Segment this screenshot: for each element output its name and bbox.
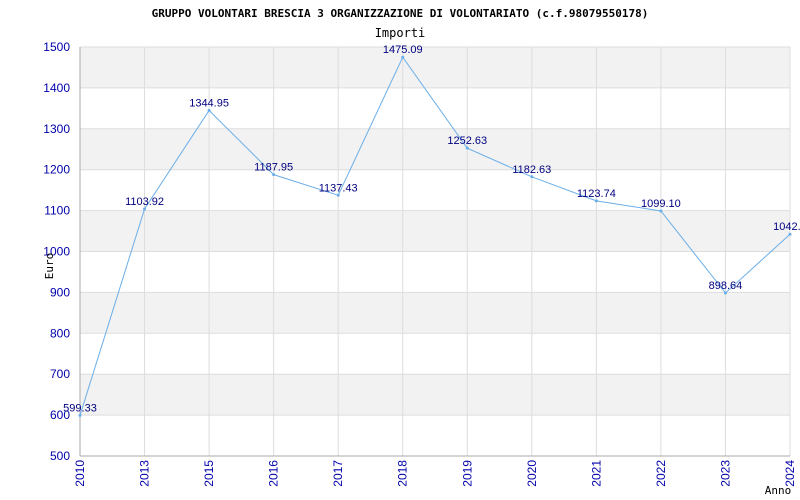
band (80, 47, 790, 88)
band (80, 128, 790, 170)
y-tick-label: 700 (50, 367, 70, 381)
data-label: 599.33 (63, 402, 97, 414)
y-axis-label: Euro (43, 253, 56, 280)
data-label: 1344.95 (189, 97, 229, 109)
y-tick-label: 1300 (43, 122, 70, 136)
chart-title: GRUPPO VOLONTARI BRESCIA 3 ORGANIZZAZION… (152, 7, 649, 20)
band (80, 292, 790, 334)
x-tick-label: 2022 (654, 460, 668, 487)
x-tick-label: 2015 (202, 460, 216, 487)
x-tick-label: 2013 (138, 460, 152, 487)
band (80, 374, 790, 416)
y-tick-label: 1200 (43, 163, 70, 177)
y-tick-label: 800 (50, 326, 70, 340)
data-label: 898.64 (709, 280, 743, 292)
x-axis-label: Anno (765, 484, 792, 497)
data-label: 1123.74 (577, 188, 616, 200)
y-axis-ticks: 500600700800900100011001200130014001500 (43, 40, 70, 463)
data-label: 1187.95 (254, 162, 293, 174)
data-label: 1042.2 (773, 221, 800, 233)
data-label: 1182.63 (512, 164, 551, 176)
x-tick-label: 2010 (73, 460, 87, 487)
x-tick-label: 2017 (331, 460, 345, 487)
x-tick-label: 2019 (460, 460, 474, 487)
x-tick-label: 2018 (396, 460, 410, 487)
data-label: 1252.63 (447, 135, 487, 147)
data-label: 1137.43 (319, 182, 358, 194)
y-tick-label: 1400 (43, 81, 70, 95)
x-tick-label: 2023 (718, 460, 732, 487)
x-tick-label: 2020 (525, 460, 539, 487)
x-tick-label: 2024 (783, 460, 797, 487)
data-label: 1099.10 (641, 198, 681, 210)
x-axis-ticks: 2010 2013 2015 2016 2017 2018 2019 2020 2021 2022… (73, 460, 797, 487)
line-chart: GRUPPO VOLONTARI BRESCIA 3 ORGANIZZAZION… (43, 7, 800, 497)
data-label: 1475.09 (383, 44, 423, 56)
y-tick-label: 900 (50, 285, 70, 299)
x-tick-label: 2016 (267, 460, 281, 487)
y-tick-label: 500 (50, 449, 70, 463)
x-tick-label: 2021 (589, 460, 603, 487)
y-tick-label: 1500 (43, 40, 70, 54)
chart-subtitle: Importi (375, 26, 426, 40)
data-label: 1103.92 (125, 196, 164, 208)
band (80, 210, 790, 252)
y-tick-label: 1100 (44, 204, 70, 218)
